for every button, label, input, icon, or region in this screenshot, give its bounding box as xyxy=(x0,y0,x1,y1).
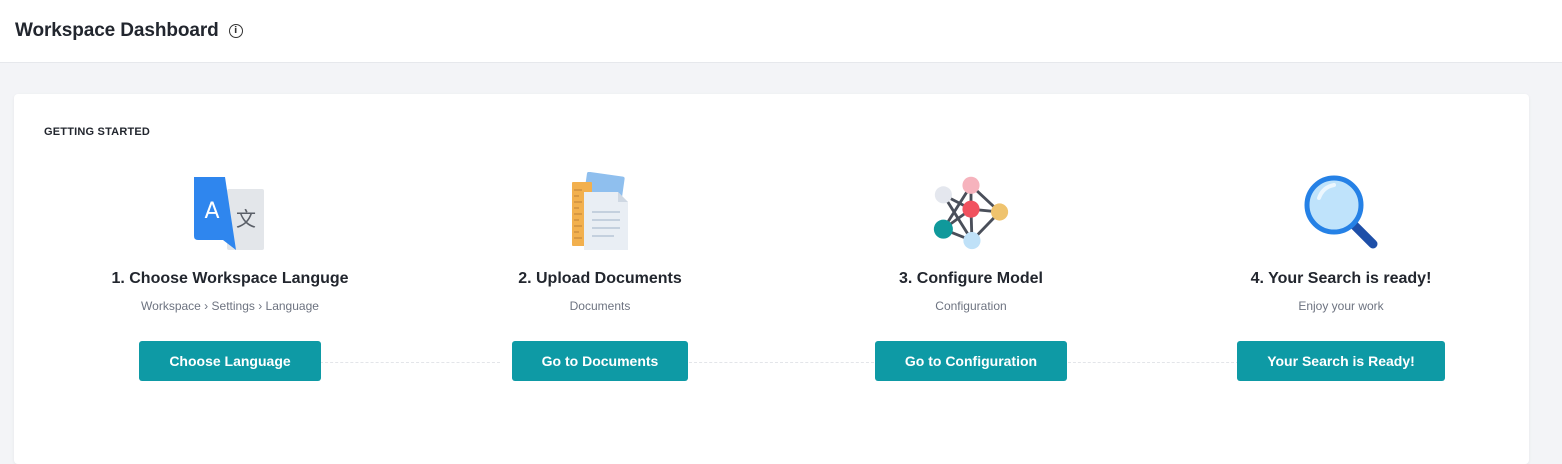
step-title: 4. Your Search is ready! xyxy=(1250,270,1432,287)
step-breadcrumb: Configuration xyxy=(935,299,1007,313)
info-icon[interactable]: i xyxy=(228,24,243,38)
documents-icon xyxy=(560,172,640,252)
step-breadcrumb: Workspace › Settings › Language xyxy=(141,299,319,313)
step-configure-model: 3. Configure Model Configuration Go to C… xyxy=(791,172,1151,381)
step-search-ready: 4. Your Search is ready! Enjoy your work… xyxy=(1161,172,1521,381)
step-upload-documents: 2. Upload Documents Documents Go to Docu… xyxy=(420,172,780,381)
section-title: GETTING STARTED xyxy=(44,126,151,138)
step-title: 3. Configure Model xyxy=(899,270,1043,287)
step-title: 2. Upload Documents xyxy=(518,270,682,287)
step-breadcrumb: Documents xyxy=(569,299,631,313)
getting-started-card: GETTING STARTED 文 A 1. Choose Workspace … xyxy=(14,94,1529,464)
step-title: 1. Choose Workspace Languge xyxy=(111,270,349,287)
svg-text:A: A xyxy=(204,199,219,224)
search-ready-button[interactable]: Your Search is Ready! xyxy=(1237,341,1445,381)
step-choose-language: 文 A 1. Choose Workspace Languge Workspac… xyxy=(50,172,410,381)
svg-text:文: 文 xyxy=(236,207,256,231)
network-icon xyxy=(931,172,1011,252)
translate-icon: 文 A xyxy=(190,172,270,252)
top-bar: Workspace Dashboard i xyxy=(0,0,1562,63)
magnifier-icon xyxy=(1301,172,1381,252)
page-title: Workspace Dashboard xyxy=(15,20,219,41)
step-breadcrumb: Enjoy your work xyxy=(1298,299,1384,313)
go-to-documents-button[interactable]: Go to Documents xyxy=(511,341,689,381)
go-to-configuration-button[interactable]: Go to Configuration xyxy=(874,341,1068,381)
choose-language-button[interactable]: Choose Language xyxy=(139,341,321,381)
